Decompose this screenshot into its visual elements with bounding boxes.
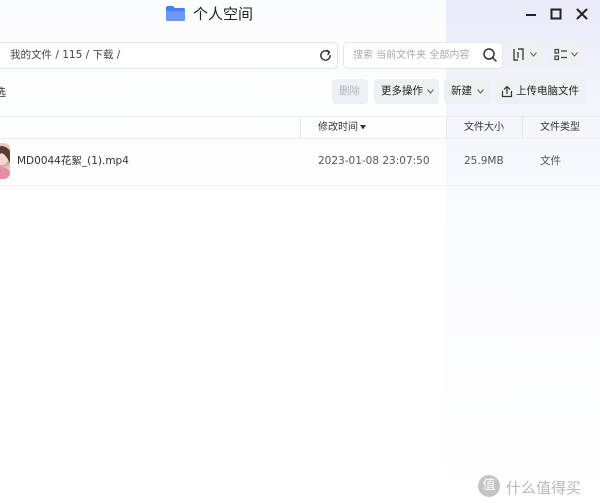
side-panel-background (446, 0, 600, 503)
table-row[interactable]: MD0044花絮_(1).mp4 2023-01-08 23:07:50 25.… (0, 137, 600, 186)
upload-icon (501, 85, 513, 98)
watermark: 值 什么值得买 (478, 475, 594, 499)
view-mode-icon (513, 48, 524, 61)
thumbnail-image (0, 146, 10, 179)
file-type: 文件 (540, 155, 561, 167)
search-input[interactable] (353, 47, 481, 63)
breadcrumb-path[interactable]: 我的文件 / 115 / 下载 / (10, 48, 120, 62)
title-bar: 个人空间 (0, 0, 600, 30)
more-actions-label: 更多操作 (381, 85, 423, 97)
select-label-cut[interactable]: 选 (0, 84, 6, 100)
window-title: 个人空间 (193, 5, 254, 23)
video-thumbnail (0, 143, 10, 179)
delete-button[interactable]: 删除 (332, 79, 368, 104)
new-button-label: 新建 (451, 85, 472, 97)
main-panel-background (0, 0, 446, 503)
chevron-down-icon (477, 89, 484, 94)
column-divider[interactable] (522, 117, 523, 138)
column-header-type[interactable]: 文件类型 (540, 121, 580, 134)
sort-descending-icon[interactable] (360, 125, 366, 130)
chevron-down-icon (427, 89, 434, 94)
column-header-modified[interactable]: 修改时间 (318, 121, 358, 134)
maximize-icon[interactable] (548, 6, 564, 22)
column-header-size[interactable]: 文件大小 (464, 121, 504, 134)
column-divider[interactable] (300, 117, 301, 138)
watermark-text: 什么值得买 (506, 479, 582, 497)
file-size: 25.9MB (464, 155, 504, 167)
minimize-icon[interactable] (523, 6, 539, 22)
view-mode-button[interactable] (505, 42, 543, 67)
upload-button-label: 上传电脑文件 (516, 85, 579, 97)
delete-button-label: 删除 (339, 85, 360, 97)
upload-button[interactable]: 上传电脑文件 (495, 79, 585, 104)
refresh-icon[interactable] (318, 48, 333, 63)
table-header: 修改时间 文件大小 文件类型 (0, 116, 600, 139)
file-modified: 2023-01-08 23:07:50 (318, 155, 430, 167)
search-icon[interactable] (482, 47, 498, 63)
search-box[interactable] (343, 42, 503, 69)
close-icon[interactable] (574, 6, 590, 22)
list-sort-button[interactable] (548, 42, 584, 67)
watermark-logo: 值 (478, 475, 500, 497)
list-sort-icon (554, 48, 567, 61)
column-divider[interactable] (446, 117, 447, 138)
chevron-down-icon (571, 52, 578, 57)
breadcrumb[interactable]: 我的文件 / 115 / 下载 / (0, 42, 338, 69)
more-actions-button[interactable]: 更多操作 (374, 79, 439, 104)
folder-icon (166, 6, 185, 21)
file-name[interactable]: MD0044花絮_(1).mp4 (17, 154, 129, 168)
chevron-down-icon (530, 52, 537, 57)
new-button[interactable]: 新建 (444, 79, 490, 104)
